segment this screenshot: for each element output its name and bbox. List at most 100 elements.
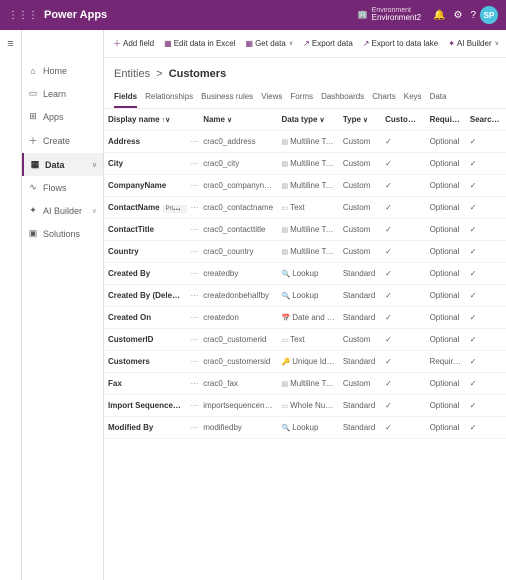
nav-icon: ⌂	[28, 66, 38, 76]
tab-views[interactable]: Views	[261, 88, 282, 108]
row-more-icon[interactable]: ⋯	[187, 373, 200, 395]
settings-icon[interactable]: ⚙	[453, 10, 462, 21]
command-bar: ＋Add field▦Edit data in Excel▦Get data∨↗…	[104, 30, 506, 58]
datatype-icon: ▤	[281, 249, 288, 256]
tab-forms[interactable]: Forms	[290, 88, 313, 108]
col-name[interactable]: Name∨	[199, 109, 277, 131]
row-more-icon[interactable]: ⋯	[187, 351, 200, 373]
cell-type: Standard	[339, 395, 381, 417]
cmd-add-field[interactable]: ＋Add field	[110, 36, 157, 51]
col-required[interactable]: Required∨	[426, 109, 466, 131]
cell-display-name: Import Sequence Number	[104, 395, 187, 417]
cell-type: Custom	[339, 153, 381, 175]
nav-label: Data	[45, 160, 65, 170]
row-more-icon[interactable]: ⋯	[187, 329, 200, 351]
row-more-icon[interactable]: ⋯	[187, 153, 200, 175]
table-row[interactable]: CompanyName⋯crac0_companyname▤Multiline …	[104, 175, 506, 197]
row-more-icon[interactable]: ⋯	[187, 197, 200, 219]
env-value: Environment2	[372, 14, 421, 23]
table-row[interactable]: City⋯crac0_city▤Multiline TextCustom✓Opt…	[104, 153, 506, 175]
tab-business-rules[interactable]: Business rules	[201, 88, 253, 108]
cell-name: crac0_city	[199, 153, 277, 175]
row-more-icon[interactable]: ⋯	[187, 219, 200, 241]
cell-datatype: 🔍Lookup	[277, 263, 338, 285]
sidebar-item-flows[interactable]: ∿Flows	[22, 176, 103, 199]
cell-searchable: ✓	[466, 351, 506, 373]
tab-data[interactable]: Data	[430, 88, 447, 108]
col-display-name[interactable]: Display name↑∨	[104, 109, 187, 131]
row-more-icon[interactable]: ⋯	[187, 263, 200, 285]
row-more-icon[interactable]: ⋯	[187, 395, 200, 417]
table-row[interactable]: Created By (Delegate)⋯createdonbehalfby🔍…	[104, 285, 506, 307]
row-more-icon[interactable]: ⋯	[187, 417, 200, 439]
row-more-icon[interactable]: ⋯	[187, 241, 200, 263]
table-row[interactable]: Import Sequence Number⋯importsequencenum…	[104, 395, 506, 417]
table-row[interactable]: ContactNamePrimary Field⋯crac0_contactna…	[104, 197, 506, 219]
tab-relationships[interactable]: Relationships	[145, 88, 193, 108]
table-row[interactable]: Address⋯crac0_address▤Multiline TextCust…	[104, 131, 506, 153]
table-row[interactable]: Created By⋯createdby🔍LookupStandard✓Opti…	[104, 263, 506, 285]
row-more-icon[interactable]: ⋯	[187, 131, 200, 153]
cmd-get-data[interactable]: ▦Get data∨	[243, 37, 297, 50]
table-row[interactable]: Country⋯crac0_country▤Multiline TextCust…	[104, 241, 506, 263]
cell-required: Optional	[426, 241, 466, 263]
cell-searchable: ✓	[466, 241, 506, 263]
cell-required: Optional	[426, 197, 466, 219]
help-icon[interactable]: ?	[470, 10, 476, 21]
cell-name: crac0_address	[199, 131, 277, 153]
sidebar-item-solutions[interactable]: ▣Solutions	[22, 222, 103, 245]
notifications-icon[interactable]: 🔔	[433, 10, 445, 21]
cmd-export-to-data-lake[interactable]: ↗Export to data lake	[360, 37, 441, 50]
table-row[interactable]: Created On⋯createdon📅Date and TimeStanda…	[104, 307, 506, 329]
sidebar-item-learn[interactable]: ▭Learn	[22, 82, 103, 105]
cmd-icon: ▦	[164, 39, 172, 48]
col-customizable[interactable]: Customizable∨	[381, 109, 425, 131]
cmd-export-data[interactable]: ↗Export data	[300, 37, 356, 50]
cmd-edit-data-in-excel[interactable]: ▦Edit data in Excel	[161, 37, 238, 50]
col-datatype[interactable]: Data type∨	[277, 109, 338, 131]
cell-customizable: ✓	[381, 241, 425, 263]
cmd-icon: ▦	[246, 39, 254, 48]
tab-fields[interactable]: Fields	[114, 88, 137, 108]
row-more-icon[interactable]: ⋯	[187, 307, 200, 329]
environment-picker[interactable]: 🏢 Environment Environment2	[358, 7, 421, 23]
tab-bar: Fields Relationships Business rules Views Fo…	[104, 84, 506, 109]
breadcrumb-root[interactable]: Entities	[114, 68, 150, 80]
sidebar-item-create[interactable]: ＋Create	[22, 128, 103, 153]
row-more-icon[interactable]: ⋯	[187, 285, 200, 307]
sidebar-item-apps[interactable]: ⊞Apps	[22, 105, 103, 128]
cell-display-name: City	[104, 153, 187, 175]
hamburger-icon[interactable]: ≡	[0, 38, 21, 50]
cmd-icon: ＋	[113, 38, 121, 49]
nav-label: AI Builder	[43, 206, 82, 216]
tab-keys[interactable]: Keys	[404, 88, 422, 108]
nav-label: Flows	[43, 183, 67, 193]
sidebar-item-ai-builder[interactable]: ✦AI Builder∨	[22, 199, 103, 222]
table-row[interactable]: Customers⋯crac0_customersid🔑Unique Ident…	[104, 351, 506, 373]
avatar[interactable]: SP	[480, 6, 498, 24]
table-row[interactable]: Modified By⋯modifiedby🔍LookupStandard✓Op…	[104, 417, 506, 439]
sidebar: ⌂Home▭Learn⊞Apps＋Create▦Data∨∿Flows✦AI B…	[22, 30, 104, 580]
cell-display-name: ContactNamePrimary Field	[104, 197, 187, 219]
cmd-ai-builder[interactable]: ✦AI Builder∨	[445, 37, 502, 50]
cell-searchable: ✓	[466, 417, 506, 439]
cmd-label: Add field	[123, 39, 154, 48]
col-searchable[interactable]: Searchable∨	[466, 109, 506, 131]
table-row[interactable]: CustomerID⋯crac0_customerid▭TextCustom✓O…	[104, 329, 506, 351]
row-more-icon[interactable]: ⋯	[187, 175, 200, 197]
col-type[interactable]: Type∨	[339, 109, 381, 131]
cell-datatype: ▭Text	[277, 197, 338, 219]
cell-required: Optional	[426, 395, 466, 417]
waffle-icon[interactable]: ⋮⋮⋮	[8, 10, 38, 21]
tab-charts[interactable]: Charts	[372, 88, 396, 108]
table-row[interactable]: Fax⋯crac0_fax▤Multiline TextCustom✓Optio…	[104, 373, 506, 395]
cell-display-name: Country	[104, 241, 187, 263]
environment-icon: 🏢	[358, 11, 368, 20]
tab-dashboards[interactable]: Dashboards	[321, 88, 364, 108]
sidebar-item-data[interactable]: ▦Data∨	[22, 153, 103, 176]
cell-required: Optional	[426, 373, 466, 395]
cell-searchable: ✓	[466, 175, 506, 197]
sidebar-item-home[interactable]: ⌂Home	[22, 60, 103, 82]
table-row[interactable]: ContactTitle⋯crac0_contacttitle▤Multilin…	[104, 219, 506, 241]
cell-type: Custom	[339, 219, 381, 241]
